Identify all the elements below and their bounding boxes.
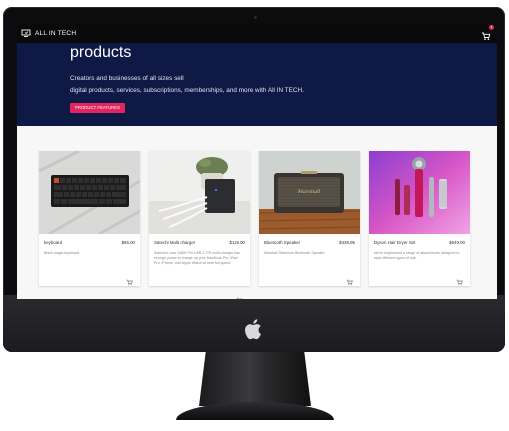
storefront-icon[interactable] <box>21 28 31 38</box>
add-to-cart-icon[interactable] <box>236 291 243 299</box>
hero-banner: products Creators and businesses of all … <box>17 43 497 126</box>
apple-logo <box>245 319 261 340</box>
add-to-cart-icon[interactable] <box>126 273 133 286</box>
product-description: Satechi's new 108W Pro USB-C PD multi-ch… <box>154 251 240 265</box>
product-name[interactable]: Bluetooth Speaker <box>264 240 300 245</box>
hero-title: products <box>70 44 132 61</box>
product-description: we've engineered a range of attachments … <box>374 251 460 260</box>
product-features-button[interactable]: PRODUCT FEATURES <box>70 103 125 113</box>
product-card[interactable]: Marshall Bluetooth Speaker $438.95 Marsh… <box>259 151 360 286</box>
product-image-satechi-charger[interactable] <box>149 151 250 234</box>
monitor-stand <box>199 352 311 406</box>
product-card[interactable]: Satechi Multi charger $119.00 Satechi's … <box>149 151 250 299</box>
product-image-keyboard[interactable] <box>39 151 140 234</box>
product-price: $649.00 <box>449 240 465 245</box>
hero-subtitle-line2: digital products, services, subscription… <box>70 87 304 94</box>
camera <box>254 16 257 19</box>
product-price: $438.95 <box>339 240 355 245</box>
product-grid: keyboard $65.00 Black magic keyboard Sat… <box>17 126 497 299</box>
product-card[interactable]: keyboard $65.00 Black magic keyboard <box>39 151 140 286</box>
top-navbar: ALL IN TECH 1 <box>17 23 497 43</box>
product-price: $65.00 <box>121 240 135 245</box>
product-card[interactable]: Dyson Hair Dryer Set $649.00 we've engin… <box>369 151 470 286</box>
add-to-cart-icon[interactable] <box>346 273 353 286</box>
product-image-bluetooth-speaker[interactable]: Marshall <box>259 151 360 234</box>
product-name[interactable]: Satechi Multi charger <box>154 240 195 245</box>
product-description: Marshall Stanmore Bluetooth Speaker <box>264 251 325 255</box>
product-price: $119.00 <box>229 240 245 245</box>
product-description: Black magic keyboard <box>44 251 80 255</box>
screen: ALL IN TECH 1 products Creators and busi… <box>17 23 497 299</box>
product-image-dyson-hair-dryer[interactable] <box>369 151 470 234</box>
cart-count-badge: 1 <box>489 25 494 30</box>
hero-subtitle-line1: Creators and businesses of all sizes sel… <box>70 75 184 82</box>
add-to-cart-icon[interactable] <box>456 273 463 286</box>
product-name[interactable]: keyboard <box>44 240 62 245</box>
brand-name[interactable]: ALL IN TECH <box>35 30 76 37</box>
svg-text:Marshall: Marshall <box>297 189 321 195</box>
product-name[interactable]: Dyson Hair Dryer Set <box>374 240 415 245</box>
